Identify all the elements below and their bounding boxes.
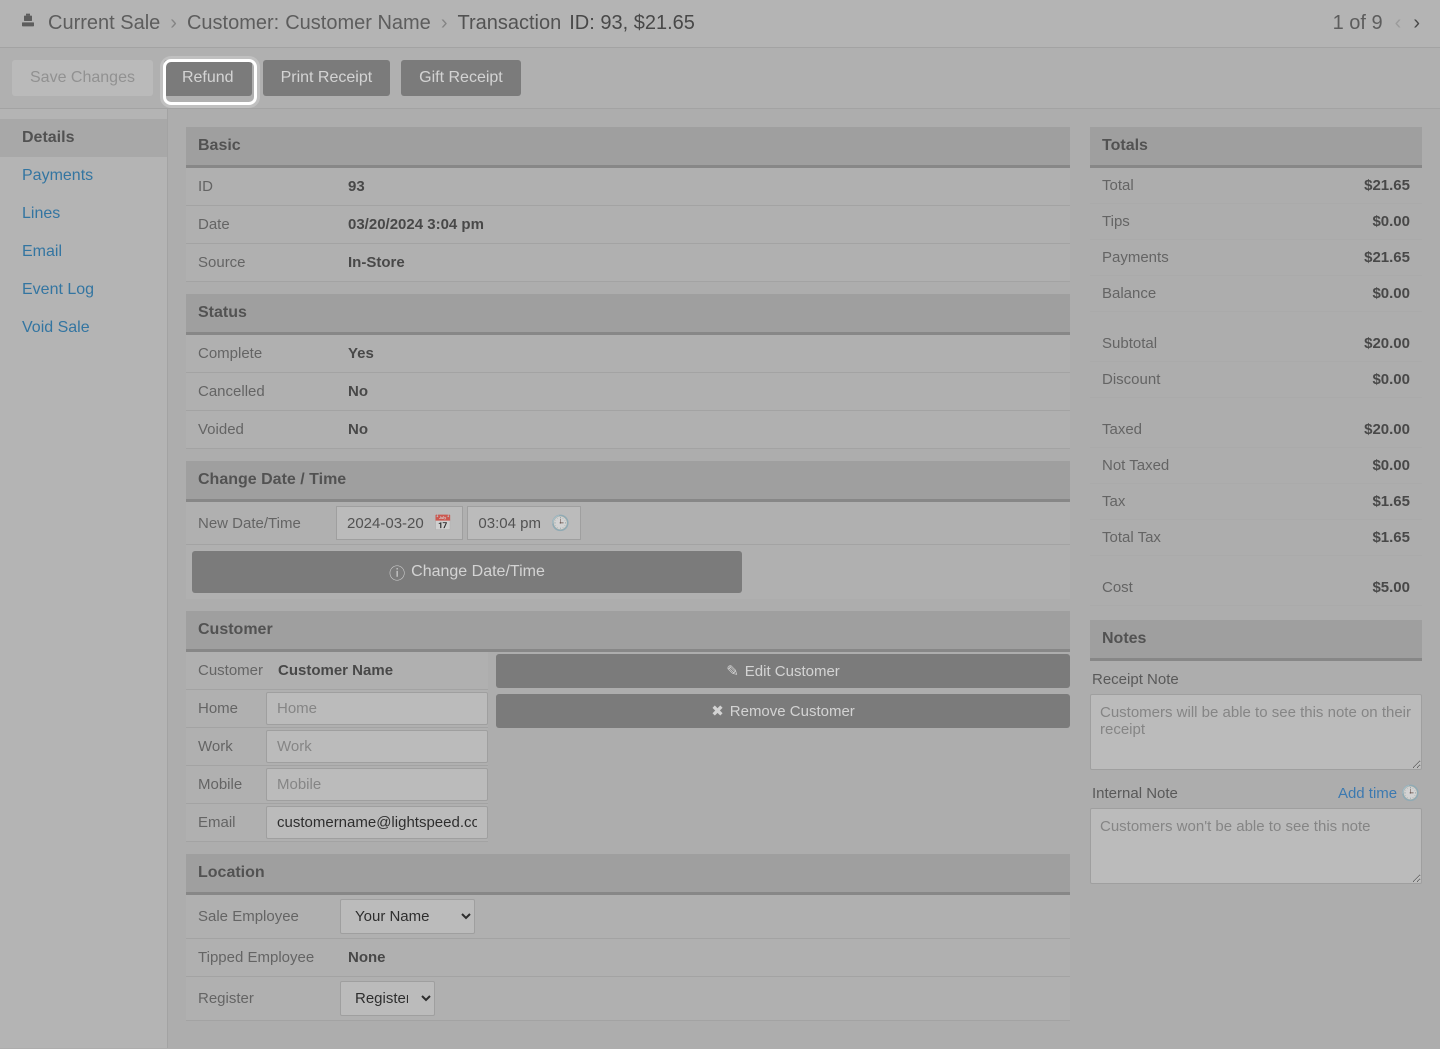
info-icon: ⓘ — [389, 560, 405, 584]
save-button[interactable]: Save Changes — [12, 60, 153, 96]
source-label: Source — [186, 244, 336, 281]
basic-section: Basic ID93 Date03/20/2024 3:04 pm Source… — [186, 127, 1070, 282]
breadcrumb-customer-label[interactable]: Customer: — [187, 12, 279, 35]
email-label: Email — [186, 804, 266, 841]
sidebar-item-lines[interactable]: Lines — [0, 195, 167, 233]
internal-note-label: Internal Note — [1092, 785, 1178, 802]
id-label: ID — [186, 168, 336, 205]
basic-header: Basic — [186, 127, 1070, 168]
pager-prev[interactable]: ‹ — [1395, 12, 1402, 35]
sidebar: Details Payments Lines Email Event Log V… — [0, 109, 168, 1048]
customer-section: Customer CustomerCustomer Name Home Work… — [186, 611, 1070, 842]
notes-header: Notes — [1090, 620, 1422, 661]
tipped-emp-label: Tipped Employee — [186, 939, 336, 976]
refund-button[interactable]: Refund — [164, 60, 252, 96]
sale-emp-select[interactable]: Your Name — [340, 899, 475, 934]
pager-next[interactable]: › — [1413, 12, 1420, 35]
change-date-section: Change Date / Time New Date/Time 2024-03… — [186, 461, 1070, 599]
sale-emp-label: Sale Employee — [186, 898, 336, 935]
breadcrumb-transaction-label: Transaction — [457, 12, 561, 35]
breadcrumb: Current Sale › Customer: Customer Name ›… — [0, 0, 1440, 48]
mobile-label: Mobile — [186, 766, 266, 803]
calendar-icon: 📅 — [434, 514, 453, 532]
chevron-right-icon: › — [170, 12, 177, 35]
receipt-note-label: Receipt Note — [1092, 671, 1179, 688]
sidebar-item-payments[interactable]: Payments — [0, 157, 167, 195]
sidebar-item-event-log[interactable]: Event Log — [0, 271, 167, 309]
time-input[interactable]: 03:04 pm 🕒 — [467, 506, 580, 540]
voided-label: Voided — [186, 411, 336, 448]
location-section: Location Sale EmployeeYour Name Tipped E… — [186, 854, 1070, 1021]
receipt-note-input[interactable] — [1090, 694, 1422, 770]
notes-section: Notes Receipt Note Internal Note Add tim… — [1090, 620, 1422, 888]
edit-customer-button[interactable]: ✎Edit Customer — [496, 654, 1070, 688]
sidebar-item-details[interactable]: Details — [0, 119, 167, 157]
totals-row: Cost$5.00 — [1090, 570, 1422, 606]
date-label: Date — [186, 206, 336, 243]
mobile-input[interactable] — [266, 768, 488, 801]
change-date-time-button[interactable]: ⓘ Change Date/Time — [192, 551, 742, 593]
breadcrumb-current-sale[interactable]: Current Sale — [48, 12, 160, 35]
cust-label: Customer — [186, 652, 266, 689]
location-header: Location — [186, 854, 1070, 895]
register-label: Register — [186, 980, 336, 1017]
voided-value: No — [336, 411, 380, 448]
email-input[interactable] — [266, 806, 488, 839]
cust-name: Customer Name — [266, 652, 405, 689]
complete-label: Complete — [186, 335, 336, 372]
totals-row: Total$21.65 — [1090, 168, 1422, 204]
register-select[interactable]: Register 1 — [340, 981, 435, 1016]
gift-receipt-button[interactable]: Gift Receipt — [401, 60, 521, 96]
breadcrumb-transaction-id: ID: 93, $21.65 — [569, 12, 695, 35]
tipped-emp-value: None — [336, 939, 398, 976]
pencil-icon: ✎ — [726, 662, 739, 680]
id-value: 93 — [336, 168, 377, 205]
chevron-right-icon: › — [441, 12, 448, 35]
totals-row: Balance$0.00 — [1090, 276, 1422, 312]
source-value: In-Store — [336, 244, 417, 281]
change-header: Change Date / Time — [186, 461, 1070, 502]
totals-row: Not Taxed$0.00 — [1090, 448, 1422, 484]
status-section: Status CompleteYes CancelledNo VoidedNo — [186, 294, 1070, 449]
totals-row: Taxed$20.00 — [1090, 412, 1422, 448]
totals-header: Totals — [1090, 127, 1422, 168]
work-label: Work — [186, 728, 266, 765]
totals-row: Tips$0.00 — [1090, 204, 1422, 240]
action-bar: Save Changes Refund Print Receipt Gift R… — [0, 48, 1440, 109]
remove-customer-button[interactable]: ✖Remove Customer — [496, 694, 1070, 728]
totals-section: Totals Total$21.65Tips$0.00Payments$21.6… — [1090, 127, 1422, 606]
x-icon: ✖ — [711, 702, 724, 720]
totals-row: Total Tax$1.65 — [1090, 520, 1422, 556]
home-label: Home — [186, 690, 266, 727]
complete-value: Yes — [336, 335, 386, 372]
clock-icon: 🕒 — [551, 514, 570, 532]
totals-row: Discount$0.00 — [1090, 362, 1422, 398]
pager-text: 1 of 9 — [1333, 12, 1383, 35]
internal-note-input[interactable] — [1090, 808, 1422, 884]
status-header: Status — [186, 294, 1070, 335]
new-date-label: New Date/Time — [186, 505, 336, 542]
date-input[interactable]: 2024-03-20 📅 — [336, 506, 463, 540]
sidebar-item-void-sale[interactable]: Void Sale — [0, 309, 167, 347]
print-receipt-button[interactable]: Print Receipt — [263, 60, 391, 96]
cancelled-value: No — [336, 373, 380, 410]
cancelled-label: Cancelled — [186, 373, 336, 410]
totals-row: Subtotal$20.00 — [1090, 326, 1422, 362]
customer-header: Customer — [186, 611, 1070, 652]
breadcrumb-customer-name[interactable]: Customer Name — [285, 12, 431, 35]
home-input[interactable] — [266, 692, 488, 725]
add-time-link[interactable]: Add time 🕒 — [1338, 784, 1420, 802]
register-icon — [20, 12, 36, 35]
sidebar-item-email[interactable]: Email — [0, 233, 167, 271]
clock-icon: 🕒 — [1401, 785, 1420, 802]
date-value: 03/20/2024 3:04 pm — [336, 206, 496, 243]
totals-row: Tax$1.65 — [1090, 484, 1422, 520]
work-input[interactable] — [266, 730, 488, 763]
totals-row: Payments$21.65 — [1090, 240, 1422, 276]
